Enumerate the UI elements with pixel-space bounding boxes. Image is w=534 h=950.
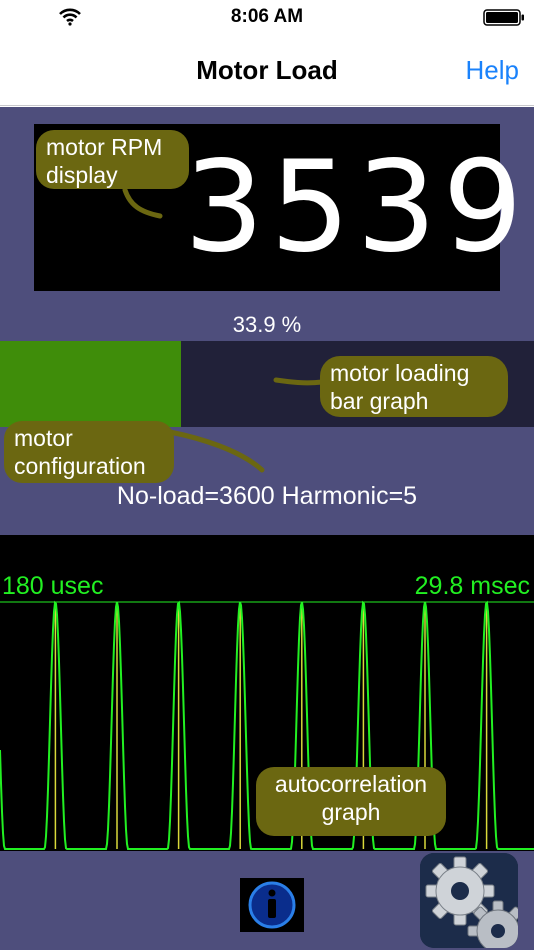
callout-load-line1: motor loading bbox=[330, 360, 470, 386]
page-title: Motor Load bbox=[196, 55, 338, 85]
status-bar: 8:06 AM bbox=[0, 0, 534, 36]
rpm-value: 3539 bbox=[184, 133, 529, 280]
load-bar-fill bbox=[0, 341, 182, 427]
load-percent-label: 33.9 % bbox=[232, 312, 302, 337]
callout-rpm-line1: motor RPM bbox=[46, 134, 163, 160]
status-time: 8:06 AM bbox=[230, 6, 304, 27]
motor-configuration: No-load=3600 Harmonic=5 bbox=[116, 482, 418, 510]
callout-configuration: motor configuration bbox=[4, 421, 174, 483]
info-icon bbox=[248, 881, 296, 929]
callout-load-line2: bar graph bbox=[330, 388, 429, 414]
graph-left-label: 180 usec bbox=[2, 572, 104, 600]
callout-config-line2: configuration bbox=[14, 453, 146, 479]
callout-autocorrelation: autocorrelation graph bbox=[256, 767, 446, 836]
graph-right-label: 29.8 msec bbox=[414, 572, 530, 600]
callout-config-line1: motor bbox=[14, 425, 73, 451]
info-button[interactable] bbox=[240, 878, 304, 932]
callout-load-bar: motor loading bar graph bbox=[320, 356, 508, 417]
callout-auto-line1: autocorrelation bbox=[274, 771, 428, 797]
battery-icon bbox=[483, 9, 524, 26]
callout-rpm-display: motor RPM display bbox=[36, 130, 189, 189]
settings-button[interactable] bbox=[420, 853, 518, 948]
callout-auto-line2: graph bbox=[321, 799, 381, 825]
gears-icon bbox=[420, 853, 518, 948]
help-button[interactable]: Help bbox=[466, 55, 519, 86]
callout-rpm-line2: display bbox=[46, 162, 118, 188]
nav-bar: Motor Load Help bbox=[0, 36, 534, 106]
